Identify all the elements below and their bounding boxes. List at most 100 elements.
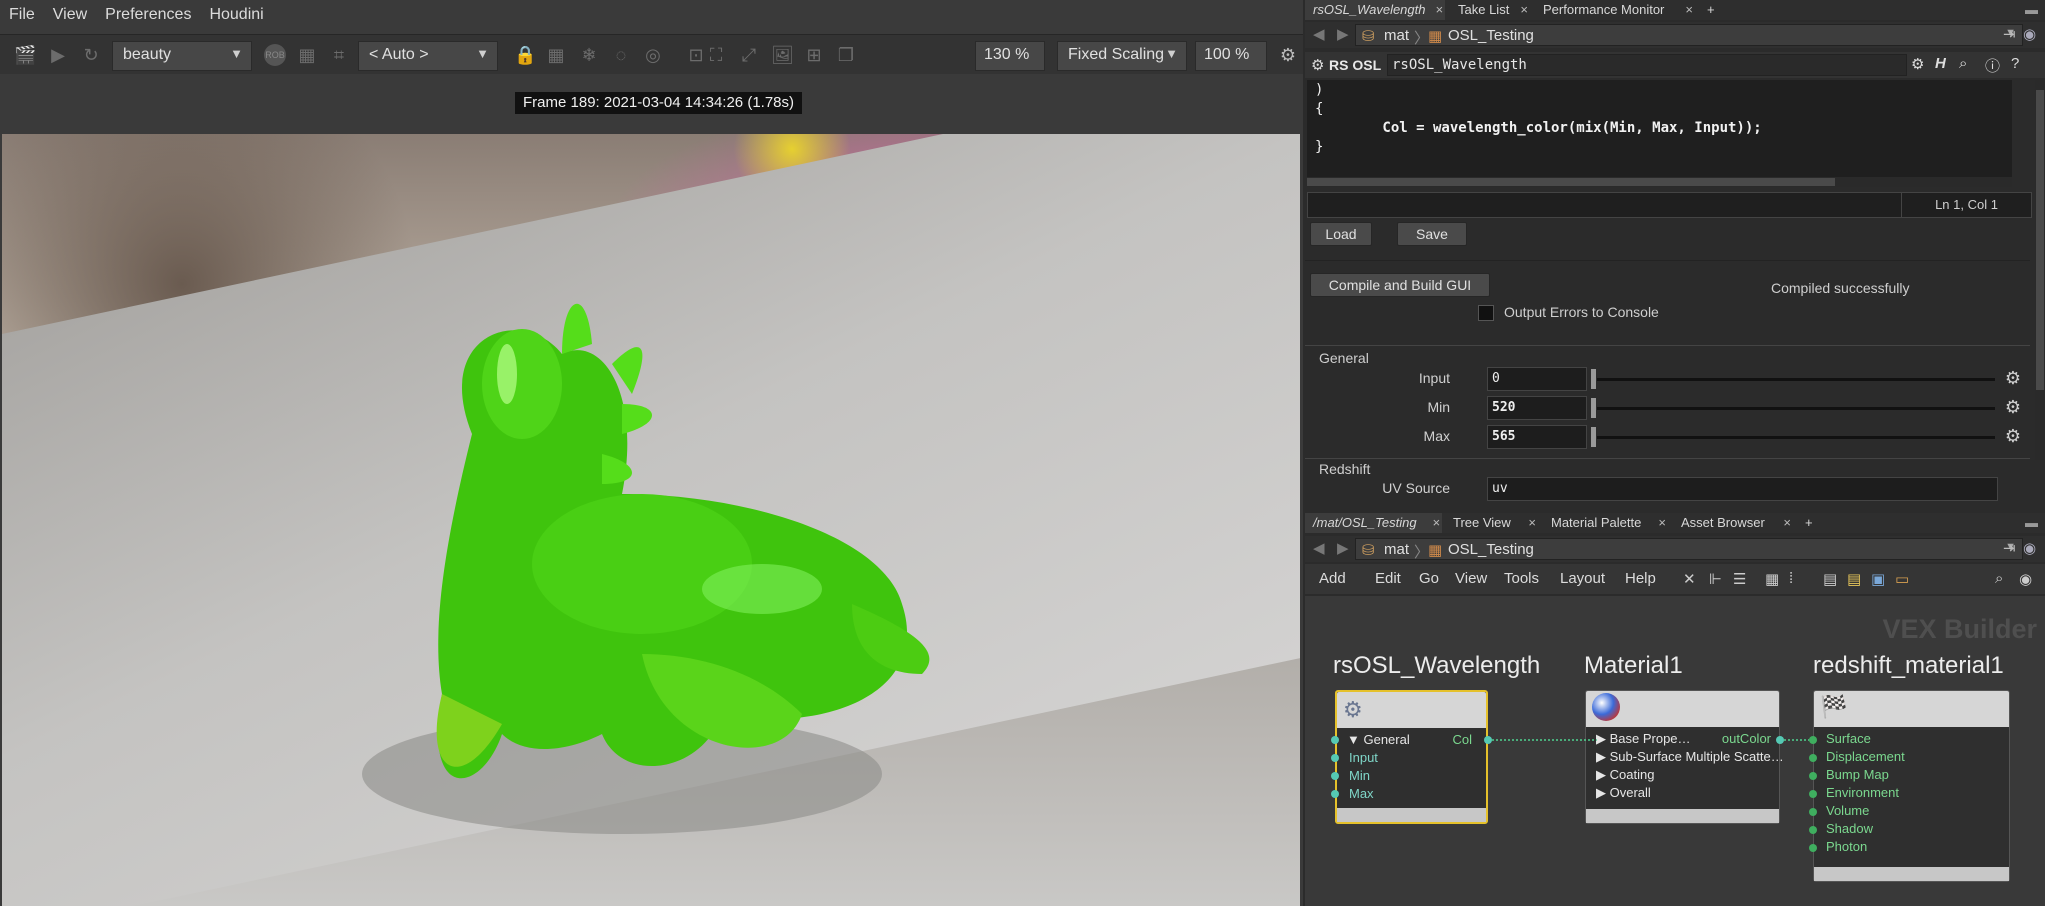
net-menu-tools[interactable]: Tools [1504,570,1539,587]
net-menu-add[interactable]: Add [1319,570,1346,587]
max-slider[interactable] [1597,436,1995,439]
uv-source-field[interactable]: uv [1487,477,1998,501]
port-dot[interactable] [1809,844,1817,852]
link-icon[interactable]: ◉ [2023,539,2036,557]
target-icon[interactable]: ◎ [642,44,664,66]
eye-icon[interactable]: ◉ [2019,570,2032,588]
tab-performance-monitor[interactable]: Performance Monitor × [1535,0,1695,20]
port-photon[interactable]: Photon [1826,839,1867,854]
add-tab-icon[interactable]: + [1797,513,1821,533]
close-icon[interactable]: × [1528,515,1536,530]
input-slider[interactable] [1597,378,1995,381]
port-dot[interactable] [1776,736,1784,744]
network-view[interactable]: VEX Builder rsOSL_Wavelength ⚙ ▼ General… [1305,596,2045,906]
region-icon[interactable]: ⛶ [705,44,727,66]
port-input[interactable]: Input [1349,750,1378,765]
net-menu-help[interactable]: Help [1625,570,1656,587]
gear-icon[interactable]: ⚙ [1277,44,1299,66]
menu-view[interactable]: View [44,6,96,24]
port-base-properties[interactable]: ▶ Base Prope… [1596,731,1691,747]
play-icon[interactable]: ▶ [47,44,69,66]
tree-icon[interactable]: ⊩ [1709,570,1722,588]
transform-icon[interactable]: ⤢ [738,44,760,66]
image-icon[interactable]: ▣ [1871,570,1885,588]
port-overall[interactable]: ▶ Overall [1596,785,1651,801]
search-icon[interactable]: ⌕ [1995,570,2003,587]
port-shadow[interactable]: Shadow [1826,821,1873,836]
path-context[interactable]: mat [1384,27,1409,44]
lock-icon[interactable]: 🔒 [514,44,536,66]
net-menu-view[interactable]: View [1455,570,1487,587]
forward-arrow-icon[interactable]: ▶ [1337,25,1349,43]
back-arrow-icon[interactable]: ◀ [1313,539,1325,557]
gear-icon[interactable]: ⚙ [2003,368,2023,388]
redshift-node[interactable]: 🏁 Surface Displacement Bump Map Environm… [1813,690,2010,882]
min-field[interactable]: 520 [1487,396,1587,420]
tab-take-list[interactable]: Take List × [1450,0,1530,20]
port-dot[interactable] [1809,808,1817,816]
path-node[interactable]: OSL_Testing [1448,541,1534,558]
rob-icon[interactable]: ROB [264,44,286,66]
port-outcolor[interactable]: outColor [1722,731,1771,746]
circle-icon[interactable]: ◌ [610,44,632,66]
port-dot[interactable] [1809,754,1817,762]
crop-icon[interactable]: ⌗ [328,44,350,66]
refresh-icon[interactable]: ↻ [80,44,102,66]
load-button[interactable]: Load [1310,222,1372,246]
copy-icon[interactable]: ❐ [835,44,857,66]
net-menu-layout[interactable]: Layout [1560,570,1605,587]
port-dot[interactable] [1809,826,1817,834]
material-node[interactable]: ▶ Base Prope… ▶ Sub-Surface Multiple Sca… [1585,690,1784,824]
camera-select[interactable]: < Auto > ▼ [358,41,498,71]
clapper-icon[interactable]: 🎬 [14,44,36,66]
close-icon[interactable]: × [1432,515,1440,530]
close-icon[interactable]: × [1520,2,1528,17]
osl-node[interactable]: ⚙ ▼ General Input Min Max Col [1335,690,1488,824]
node-name-field[interactable]: rsOSL_Wavelength [1387,54,1907,76]
zoom2-input[interactable]: 100 % [1195,41,1267,71]
tab-material-palette[interactable]: Material Palette × [1543,513,1668,533]
port-dot[interactable] [1484,736,1492,744]
port-environment[interactable]: Environment [1826,785,1899,800]
snowflake-icon[interactable]: ❄ [578,44,600,66]
help-icon[interactable]: ? [2011,55,2019,72]
port-col-output[interactable]: Col [1452,732,1472,747]
pin-icon[interactable]: ⇥ [2003,25,2016,43]
pin-icon[interactable]: ⇥ [2003,539,2016,557]
grid-icon[interactable]: ▦ [296,44,318,66]
link-icon[interactable]: ◉ [2023,25,2036,43]
close-icon[interactable]: × [1658,515,1666,530]
close-icon[interactable]: × [1685,2,1693,17]
output-errors-checkbox[interactable] [1478,305,1494,321]
list-icon[interactable]: ☰ [1733,570,1746,588]
help-h-icon[interactable]: H [1935,55,1946,72]
network-box-icon[interactable]: ▤ [1823,570,1837,588]
pane-menu-icon[interactable]: ▬ [2017,0,2045,20]
close-icon[interactable]: × [1435,2,1443,17]
tab-rsosl-wavelength[interactable]: rsOSL_Wavelength × [1305,0,1445,20]
scaling-select[interactable]: Fixed Scaling ▼ [1057,41,1187,71]
tab-asset-browser[interactable]: Asset Browser × [1673,513,1793,533]
path-context[interactable]: mat [1384,541,1409,558]
dots-grid-icon[interactable]: ⁞ [1789,570,1793,587]
port-surface[interactable]: Surface [1826,731,1871,746]
tiles-icon[interactable]: ▦ [545,44,567,66]
port-dot[interactable] [1809,772,1817,780]
min-slider-handle[interactable] [1591,398,1596,418]
search-icon[interactable]: ⌕ [1959,55,1967,72]
param-vscrollbar[interactable] [2035,80,2045,460]
add-snapshot-icon[interactable]: ⊞ [803,44,825,66]
input-slider-handle[interactable] [1591,369,1596,389]
aov-select[interactable]: beauty ▼ [112,41,252,71]
port-dot[interactable] [1331,772,1339,780]
tab-tree-view[interactable]: Tree View × [1445,513,1538,533]
menu-preferences[interactable]: Preferences [96,6,200,24]
grid-view-icon[interactable]: ▦ [1765,570,1779,588]
palette-icon[interactable]: ▭ [1895,570,1909,588]
compile-button[interactable]: Compile and Build GUI [1310,273,1490,297]
wrench-icon[interactable]: ✕ [1683,570,1696,588]
gear-icon[interactable]: ⚙ [2003,426,2023,446]
max-slider-handle[interactable] [1591,427,1596,447]
path-breadcrumb[interactable]: ⛁ mat 〉 ▦ OSL_Testing ▼ [1355,24,2023,47]
port-dot[interactable] [1809,736,1817,744]
